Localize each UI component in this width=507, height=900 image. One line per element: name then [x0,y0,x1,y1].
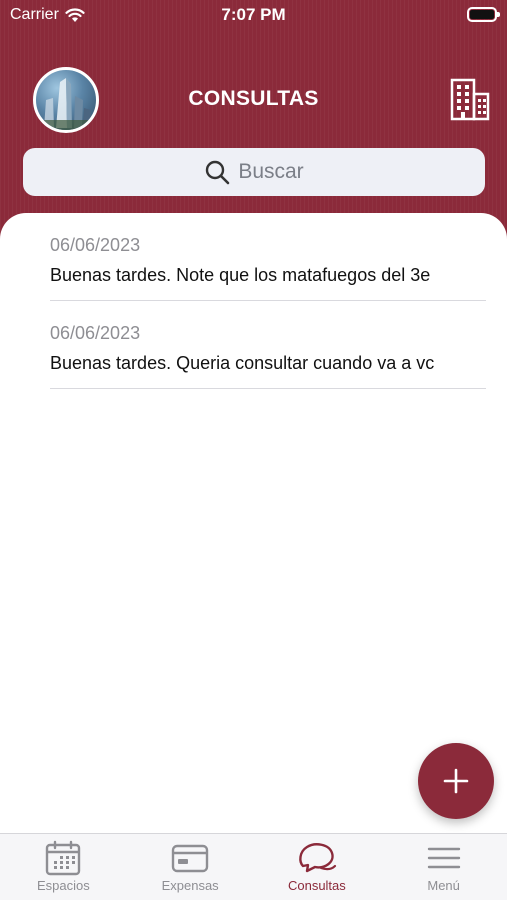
tab-consultas[interactable]: Consultas [254,834,381,900]
tab-label: Menú [427,878,460,893]
item-text: Buenas tardes. Note que los matafuegos d… [50,265,431,285]
page-title: CONSULTAS [188,87,319,110]
chat-bubbles-icon [299,843,336,873]
tab-menu[interactable]: Menú [380,834,507,900]
consultas-list: 06/06/2023 Buenas tardes. Note que los m… [0,213,507,833]
plus-icon [443,768,469,794]
tab-label: Espacios [37,878,90,893]
search-placeholder: Buscar [238,160,304,183]
building-button[interactable] [449,77,491,121]
tab-bar: Espacios Expensas Consultas Menú [0,833,507,900]
item-date: 06/06/2023 [50,235,141,255]
tab-label: Expensas [161,878,219,893]
list-item[interactable]: 06/06/2023 Buenas tardes. Note que los m… [50,213,486,301]
status-bar: Carrier 7:07 PM [0,0,507,30]
status-time: 7:07 PM [221,5,286,24]
list-item[interactable]: 06/06/2023 Buenas tardes. Queria consult… [50,301,486,389]
calendar-icon [46,840,81,876]
add-consulta-button[interactable] [418,743,494,819]
credit-card-icon [171,844,209,873]
battery-icon [467,7,500,22]
hamburger-menu-icon [427,847,460,869]
tab-espacios[interactable]: Espacios [0,834,127,900]
item-text: Buenas tardes. Queria consultar cuando v… [50,353,435,373]
search-icon [206,160,230,185]
item-date: 06/06/2023 [50,323,141,343]
building-icon [450,78,490,121]
search-input[interactable]: Buscar [23,148,485,196]
tab-label: Consultas [287,878,346,893]
tab-expensas[interactable]: Expensas [127,834,254,900]
